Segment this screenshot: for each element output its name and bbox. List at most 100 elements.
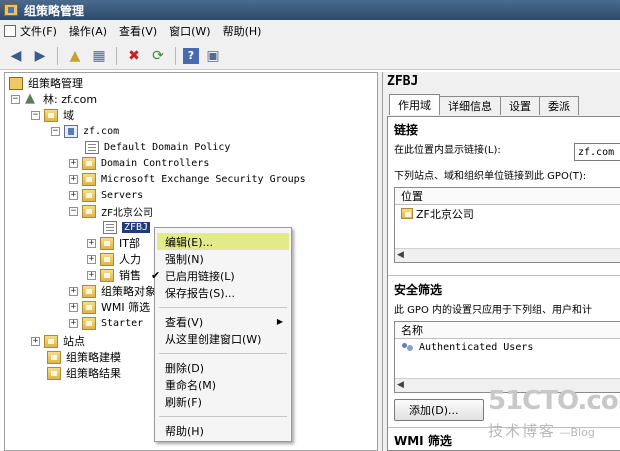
tree-item-zf-beijing[interactable]: − ZF北京公司 [69,203,153,219]
menu-item-delete[interactable]: 删除(D) [157,359,289,376]
delete-icon[interactable]: ✖ [124,46,144,66]
security-filter-list[interactable]: 名称 Authenticated Users ◀ [394,321,620,393]
folder-icon [82,300,96,314]
menu-separator [159,307,287,308]
links-location-select[interactable]: zf.com [574,143,620,161]
expand-toggle[interactable]: + [69,302,78,312]
results-icon [47,366,61,380]
tree-item-gpo-objects[interactable]: + 组策略对象 [69,283,156,299]
add-button[interactable]: 添加(D)... [394,399,484,421]
tree-root[interactable]: 组策略管理 [9,75,83,91]
users-group-icon [401,342,415,354]
horizontal-scrollbar[interactable]: ◀ [395,378,620,392]
tree-item-sites[interactable]: + 站点 [31,333,85,349]
refresh-icon[interactable]: ⟳ [148,46,168,66]
tab-scope[interactable]: 作用域 [389,94,440,115]
forest-icon [24,91,38,106]
tree-item-it[interactable]: + IT部 [87,235,140,251]
gpmc-app-icon [4,4,18,16]
expand-toggle[interactable]: + [87,254,96,264]
toolbar-separator [116,46,117,65]
sites-icon [44,334,58,348]
scroll-left-icon[interactable]: ◀ [397,380,404,390]
toolbar-separator [57,46,58,65]
tree-forest[interactable]: − 林: zf.com [11,91,97,107]
menu-view[interactable]: 查看(V) [119,23,157,39]
column-header-location[interactable]: 位置 [395,188,620,205]
wmi-filter-heading: WMI 筛选 [394,434,452,448]
security-filter-description: 此 GPO 内的设置只应用于下列组、用户和计 [394,305,593,316]
menu-window[interactable]: 窗口(W) [169,23,210,39]
tree-item-servers[interactable]: + Servers [69,187,143,203]
gpo-title: ZFBJ [387,74,419,89]
tab-delegation[interactable]: 委派 [539,96,579,115]
tree-item-starter[interactable]: + Starter [69,315,143,331]
tree-domains[interactable]: − 域 [31,107,74,123]
ou-folder-icon [100,252,114,266]
expand-toggle[interactable]: + [87,270,96,280]
tab-details[interactable]: 详细信息 [439,96,501,115]
menu-item-help[interactable]: 帮助(H) [157,422,289,439]
menu-separator [159,353,287,354]
menu-help[interactable]: 帮助(H) [223,23,262,39]
properties-icon[interactable]: ▣ [203,46,223,66]
list-item[interactable]: ZF北京公司 [395,205,620,222]
gpo-link-icon [85,140,99,154]
help-icon[interactable]: ? [183,47,199,64]
details-pane: ZFBJ 作用域 详细信息 设置 委派 链接 在此位置内显示链接(L): zf.… [382,72,620,451]
expand-toggle[interactable]: + [69,174,78,184]
menu-item-refresh[interactable]: 刷新(F) [157,393,289,410]
collapse-toggle[interactable]: − [11,94,20,104]
expand-toggle[interactable]: + [69,190,78,200]
menu-item-edit[interactable]: 编辑(E)... [157,233,289,250]
up-folder-icon[interactable]: ▲ [65,46,85,66]
expand-toggle[interactable]: + [69,286,78,296]
menu-item-rename[interactable]: 重命名(M) [157,376,289,393]
list-item[interactable]: Authenticated Users [395,339,620,356]
tree-item-hr[interactable]: + 人力 [87,251,141,267]
links-list[interactable]: 位置 ZF北京公司 ◀ [394,187,620,263]
tree-item-modeling[interactable]: 组策略建模 [47,349,121,365]
menu-action[interactable]: 操作(A) [69,23,107,39]
ou-folder-icon [100,268,114,282]
toolbar-separator [175,46,176,65]
menu-bar: 文件(F) 操作(A) 查看(V) 窗口(W) 帮助(H) [0,20,620,42]
horizontal-scrollbar[interactable]: ◀ [395,248,620,262]
tab-settings[interactable]: 设置 [500,96,540,115]
forward-arrow-icon[interactable]: ▶ [30,46,50,66]
menu-item-view[interactable]: 查看(V) ▶ [157,313,289,330]
tab-strip: 作用域 详细信息 设置 委派 [389,94,579,115]
expand-toggle[interactable]: + [69,318,78,328]
scope-tab-body: 链接 在此位置内显示链接(L): zf.com 下列站点、域和组织单位链接到此 … [387,116,620,451]
tree-item-exchange-groups[interactable]: + Microsoft Exchange Security Groups [69,171,306,187]
menu-item-save-report[interactable]: 保存报告(S)... [157,284,289,301]
menu-item-enforce[interactable]: 强制(N) [157,250,289,267]
column-header-name[interactable]: 名称 [395,322,620,339]
back-arrow-icon[interactable]: ◀ [6,46,26,66]
tree-item-zfbj[interactable]: ZFBJ [103,219,151,235]
tree-item-results[interactable]: 组策略结果 [47,365,121,381]
window-title: 组策略管理 [24,3,85,18]
collapse-toggle[interactable]: − [31,110,40,120]
tree-item-sales[interactable]: + 销售 [87,267,141,283]
show-hide-tree-icon[interactable]: ▦ [89,46,109,66]
collapse-toggle[interactable]: − [51,126,60,136]
scroll-left-icon[interactable]: ◀ [397,250,404,260]
gpmc-icon [9,76,23,90]
collapse-toggle[interactable]: − [69,206,78,216]
tree-item-domain-controllers[interactable]: + Domain Controllers [69,155,209,171]
context-menu: 编辑(E)... 强制(N) ✔ 已启用链接(L) 保存报告(S)... 查看(… [151,227,292,442]
folder-icon [82,284,96,298]
document-icon [4,25,16,37]
expand-toggle[interactable]: + [87,238,96,248]
menu-item-new-window[interactable]: 从这里创建窗口(W) [157,330,289,347]
menu-file[interactable]: 文件(F) [20,23,57,39]
expand-toggle[interactable]: + [31,336,40,346]
menu-item-link-enabled[interactable]: ✔ 已启用链接(L) [151,267,289,284]
expand-toggle[interactable]: + [69,158,78,168]
tree-item-wmi[interactable]: + WMI 筛选 [69,299,150,315]
tree-domain-zfcom[interactable]: − zf.com [51,123,119,139]
links-label: 在此位置内显示链接(L): [394,145,501,156]
checkmark-icon: ✔ [151,269,161,282]
tree-item-default-domain-policy[interactable]: Default Domain Policy [85,139,230,155]
